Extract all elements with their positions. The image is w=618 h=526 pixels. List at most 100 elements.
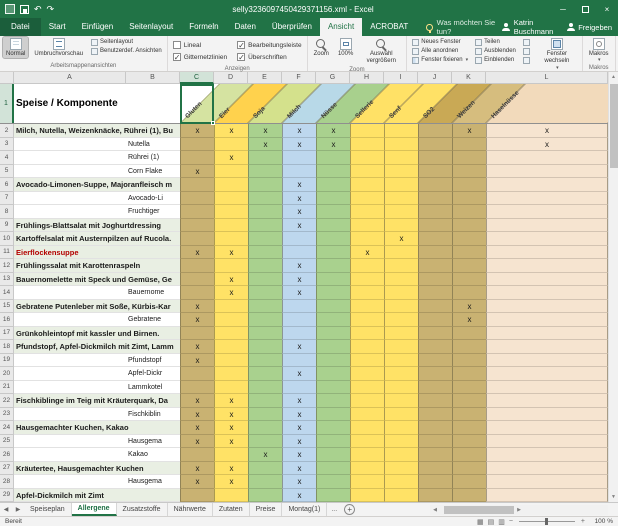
allergen-cell-D18[interactable] [214,340,248,354]
allergen-cell-D5[interactable] [214,165,248,179]
minimize-button[interactable]: ─ [552,0,574,18]
allergen-cell-I3[interactable] [384,138,418,152]
allergen-cell-G8[interactable] [316,205,350,219]
allergen-cell-E5[interactable] [248,165,282,179]
allergen-cell-F29[interactable]: x [282,489,316,503]
row-header-28[interactable]: 28 [0,475,14,489]
row-header-19[interactable]: 19 [0,354,14,368]
allergen-cell-H4[interactable] [350,151,384,165]
allergen-cell-I29[interactable] [384,489,418,503]
ribbon-tab-datei[interactable]: Datei [0,18,41,36]
sheet-next-icon[interactable]: ▶ [16,506,21,513]
allergen-cell-E4[interactable] [248,151,282,165]
allergen-cell-L28[interactable] [486,475,608,489]
horizontal-scrollbar-thumb[interactable] [444,506,514,514]
dish-name-cell-12[interactable]: Frühlingssalat mit Karottenraspeln [14,259,180,273]
spreadsheet-grid[interactable]: ABCDEFGHIJKL1234567891011121314151617181… [0,72,608,502]
allergen-cell-E12[interactable] [248,259,282,273]
row-header-14[interactable]: 14 [0,286,14,300]
allergen-cell-K29[interactable] [452,489,486,503]
allergen-cell-K13[interactable] [452,273,486,287]
allergen-cell-L14[interactable] [486,286,608,300]
allergen-cell-D29[interactable] [214,489,248,503]
allergen-cell-C24[interactable]: x [180,421,214,435]
column-header-F[interactable]: F [282,72,316,84]
dish-name-cell-16[interactable]: Gebratene [14,313,180,327]
allergen-cell-J21[interactable] [418,381,452,395]
allergen-cell-C3[interactable] [180,138,214,152]
allergen-cell-H3[interactable] [350,138,384,152]
ribbon-tab-überprüfen[interactable]: Überprüfen [264,18,320,36]
allergen-cell-G11[interactable] [316,246,350,260]
select-all-corner[interactable] [0,72,14,84]
dish-name-cell-13[interactable]: Bauernomelette mit Speck und Gemüse, Ge [14,273,180,287]
allergen-cell-J8[interactable] [418,205,452,219]
allergen-cell-K3[interactable] [452,138,486,152]
allergen-cell-C12[interactable] [180,259,214,273]
allergen-cell-K25[interactable] [452,435,486,449]
allergen-cell-D19[interactable] [214,354,248,368]
row-header-11[interactable]: 11 [0,246,14,260]
undo-icon[interactable]: ↶ [34,4,42,14]
checkbox-gitternetzlinien[interactable]: Gitternetzlinien [173,51,227,63]
allergen-cell-L16[interactable] [486,313,608,327]
allergen-cell-J4[interactable] [418,151,452,165]
allergen-cell-L20[interactable] [486,367,608,381]
row-header-8[interactable]: 8 [0,205,14,219]
allergen-cell-K22[interactable] [452,394,486,408]
sheet-tab-allergene[interactable]: Allergene [72,503,117,516]
allergen-cell-F15[interactable] [282,300,316,314]
allergen-cell-D8[interactable] [214,205,248,219]
page-layout-button[interactable]: Seitenlayout [89,38,164,46]
allergen-cell-C25[interactable]: x [180,435,214,449]
status-view-layout-icon[interactable]: ▤ [488,518,495,526]
allergen-cell-J5[interactable] [418,165,452,179]
allergen-cell-F11[interactable] [282,246,316,260]
allergen-cell-G26[interactable] [316,448,350,462]
allergen-cell-H28[interactable] [350,475,384,489]
unhide-button[interactable]: Einblenden [473,56,518,64]
allergen-cell-E27[interactable] [248,462,282,476]
dish-name-cell-8[interactable]: Fruchtiger [14,205,180,219]
sheet-tab-zusatzstoffe[interactable]: Zusatzstoffe [117,503,168,516]
allergen-cell-K15[interactable]: x [452,300,486,314]
excel-app-icon[interactable] [5,4,15,14]
dish-name-cell-15[interactable]: Gebratene Putenleber mit Soße, Kürbis-Ka… [14,300,180,314]
horizontal-scrollbar[interactable]: ◀ ▶ [430,505,608,515]
allergen-cell-K7[interactable] [452,192,486,206]
allergen-cell-L19[interactable] [486,354,608,368]
allergen-cell-H5[interactable] [350,165,384,179]
allergen-cell-E21[interactable] [248,381,282,395]
allergen-cell-J3[interactable] [418,138,452,152]
allergen-cell-F7[interactable]: x [282,192,316,206]
row-header-15[interactable]: 15 [0,300,14,314]
allergen-cell-J18[interactable] [418,340,452,354]
hide-button[interactable]: Ausblenden [473,47,518,55]
allergen-cell-K8[interactable] [452,205,486,219]
zoom-slider-thumb[interactable] [545,518,548,525]
checkbox-lineal[interactable]: Lineal [173,39,227,51]
dish-name-cell-11[interactable]: Eierflockensuppe [14,246,180,260]
allergen-cell-F10[interactable] [282,232,316,246]
allergen-cell-E14[interactable] [248,286,282,300]
allergen-cell-K19[interactable] [452,354,486,368]
row-header-13[interactable]: 13 [0,273,14,287]
allergen-cell-L10[interactable] [486,232,608,246]
allergen-cell-E16[interactable] [248,313,282,327]
dish-name-cell-18[interactable]: Pfundstopf, Apfel-Dickmilch mit Zimt, La… [14,340,180,354]
allergen-cell-K5[interactable] [452,165,486,179]
column-header-A[interactable]: A [14,72,126,84]
allergen-cell-K24[interactable] [452,421,486,435]
allergen-cell-C8[interactable] [180,205,214,219]
allergen-cell-G27[interactable] [316,462,350,476]
allergen-cell-E26[interactable]: x [248,448,282,462]
allergen-cell-L6[interactable] [486,178,608,192]
allergen-cell-D22[interactable]: x [214,394,248,408]
save-icon[interactable] [20,5,29,14]
allergen-cell-L24[interactable] [486,421,608,435]
sheet-prev-icon[interactable]: ◀ [4,506,9,513]
synchronous-scrolling-button[interactable] [521,47,532,55]
allergen-cell-J10[interactable] [418,232,452,246]
allergen-cell-K10[interactable] [452,232,486,246]
allergen-cell-G24[interactable] [316,421,350,435]
